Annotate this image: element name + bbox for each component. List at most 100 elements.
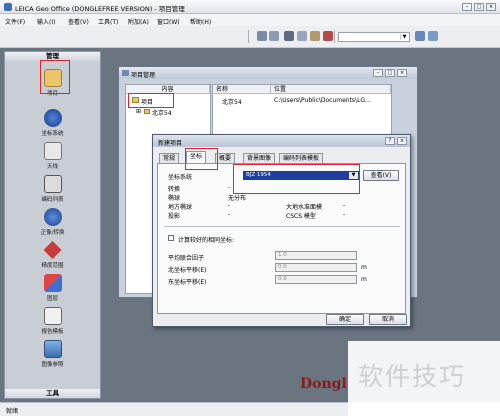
- copy-icon[interactable]: [297, 31, 307, 41]
- sidebar-item-coordsystem[interactable]: 坐标系统: [5, 109, 100, 137]
- sidebar-item-label: 坐标系统: [41, 131, 64, 137]
- window-icon: [122, 70, 129, 76]
- list-cell-name[interactable]: 北京54: [222, 97, 242, 106]
- panel-header-tools[interactable]: 工具: [5, 389, 100, 398]
- left-panel: 管理 项目 坐标系统 天线 编码列表 正像/转换 精度范围 图层 报告模板 图像…: [4, 51, 101, 399]
- layers-icon: [43, 274, 62, 292]
- transform-value: -: [228, 184, 231, 191]
- menu-help[interactable]: 帮助(H): [190, 17, 211, 26]
- dialog-titlebar: 新建项目 ? ×: [153, 135, 410, 147]
- help-icon[interactable]: [428, 31, 438, 41]
- globe-icon: [43, 109, 62, 127]
- menu-file[interactable]: 文件(F): [5, 17, 25, 26]
- help-button[interactable]: ?: [385, 137, 395, 145]
- menu-view[interactable]: 查看(V): [68, 17, 89, 26]
- sidebar-item-image[interactable]: 图像参照: [5, 340, 100, 368]
- close-button[interactable]: ×: [486, 3, 496, 11]
- cscs-value: -: [343, 211, 346, 218]
- close-button[interactable]: ×: [397, 69, 407, 77]
- window-title: LEICA Geo Office (DONGLEFREE VERSION) - …: [15, 5, 185, 13]
- same-coords-checkbox[interactable]: [168, 235, 174, 241]
- projection-value: -: [228, 211, 231, 218]
- north-unit: m: [361, 264, 367, 271]
- menu-tools[interactable]: 工具(T): [98, 17, 118, 26]
- dialog-title: 新建项目: [158, 140, 183, 147]
- sidebar-item-label: 天线: [46, 164, 58, 170]
- cancel-button[interactable]: 取消: [369, 314, 407, 325]
- menu-import[interactable]: 输入(I): [37, 17, 55, 26]
- geoid-value: -: [343, 202, 346, 209]
- chevron-down-icon: ▼: [400, 34, 408, 40]
- highlight-project: [40, 60, 70, 94]
- coord-system-label: 坐标系统: [168, 174, 193, 181]
- local-ellipsoid-label: 地方椭球: [168, 204, 193, 211]
- col-location[interactable]: 位置: [271, 85, 391, 94]
- tab-summary[interactable]: 概要: [215, 153, 236, 163]
- transform-icon: [43, 208, 62, 226]
- menu-bar: 文件(F) 输入(I) 查看(V) 工具(T) 附加(A) 窗口(W) 帮助(H…: [0, 14, 500, 26]
- east-shift-label: 东坐标平移(E): [168, 279, 207, 286]
- report-icon: [43, 307, 62, 325]
- image-icon: [43, 340, 62, 358]
- toolbar-separator: [248, 30, 249, 43]
- properties-icon[interactable]: [415, 31, 425, 41]
- tree-expand-icon[interactable]: ⊞: [136, 108, 141, 115]
- scale-field[interactable]: 1.0: [275, 251, 357, 260]
- same-coords-label: 计算较好的相同坐标:: [178, 237, 235, 244]
- sidebar-item-label: 正像/转换: [40, 230, 65, 236]
- maximize-button[interactable]: □: [474, 3, 484, 11]
- geoid-label: 大地水准面模: [286, 204, 323, 211]
- maximize-button[interactable]: □: [385, 69, 395, 77]
- list-cell-location[interactable]: C:\Users\Public\Documents\LG...: [274, 97, 371, 104]
- status-text: 就绪: [6, 408, 19, 415]
- local-ellipsoid-value: -: [228, 202, 231, 209]
- sidebar-item-accuracy[interactable]: 精度范围: [5, 241, 100, 269]
- folder-icon: [144, 109, 150, 114]
- codelist-icon: [43, 175, 62, 193]
- sidebar-item-layers[interactable]: 图层: [5, 274, 100, 302]
- ok-button[interactable]: 确定: [326, 314, 364, 325]
- minimize-button[interactable]: –: [373, 69, 383, 77]
- col-name[interactable]: 名称: [213, 85, 271, 94]
- north-shift-label: 北坐标平移(E): [168, 267, 207, 274]
- sidebar-item-codelist[interactable]: 编码列表: [5, 175, 100, 203]
- view-button[interactable]: 查看(V): [363, 170, 399, 181]
- menu-window[interactable]: 窗口(W): [157, 17, 180, 26]
- minimize-button[interactable]: –: [462, 3, 472, 11]
- sidebar-item-label: 图层: [46, 296, 58, 302]
- sidebar-item-antenna[interactable]: 天线: [5, 142, 100, 170]
- sidebar-item-label: 精度范围: [41, 263, 64, 269]
- tab-codelist-template[interactable]: 编码列表模板: [279, 153, 324, 163]
- title-bar: LEICA Geo Office (DONGLEFREE VERSION) - …: [0, 0, 500, 14]
- transform-label: 转换: [168, 186, 181, 193]
- sidebar-item-report[interactable]: 报告模板: [5, 307, 100, 335]
- tab-general[interactable]: 常规: [159, 153, 180, 163]
- app-icon: [4, 3, 12, 11]
- antenna-icon: [43, 142, 62, 160]
- sidebar-item-transform[interactable]: 正像/转换: [5, 208, 100, 236]
- toolbar-dropdown[interactable]: ▼: [338, 32, 410, 42]
- highlight-coord-tab: [185, 148, 218, 170]
- watermark-text: 软件技巧: [358, 362, 467, 391]
- cut-icon[interactable]: [284, 31, 294, 41]
- sidebar-list: 项目 坐标系统 天线 编码列表 正像/转换 精度范围 图层 报告模板 图像参照: [5, 61, 100, 389]
- sidebar-item-label: 编码列表: [41, 197, 64, 203]
- back-icon[interactable]: [257, 31, 267, 41]
- north-shift-field[interactable]: 0.0: [275, 263, 357, 272]
- accuracy-icon: [43, 241, 62, 259]
- projection-label: 投影: [168, 213, 181, 220]
- paste-icon[interactable]: [310, 31, 320, 41]
- watermark-logo: Dongl: [300, 376, 347, 392]
- sidebar-item-label: 图像参照: [41, 362, 64, 368]
- east-shift-field[interactable]: 0.0: [275, 275, 357, 284]
- menu-addon[interactable]: 附加(A): [128, 17, 149, 26]
- delete-icon[interactable]: [323, 31, 333, 41]
- scale-label: 平均联合因子: [168, 255, 205, 262]
- toolbar-separator: [334, 30, 335, 43]
- east-unit: m: [361, 276, 367, 283]
- project-manager-titlebar: 项目管理 – □ ×: [119, 67, 417, 79]
- forward-icon[interactable]: [269, 31, 279, 41]
- tab-background-image[interactable]: 背景图像: [243, 153, 276, 163]
- close-button[interactable]: ×: [397, 137, 407, 145]
- tree-child[interactable]: 北京54: [152, 108, 172, 117]
